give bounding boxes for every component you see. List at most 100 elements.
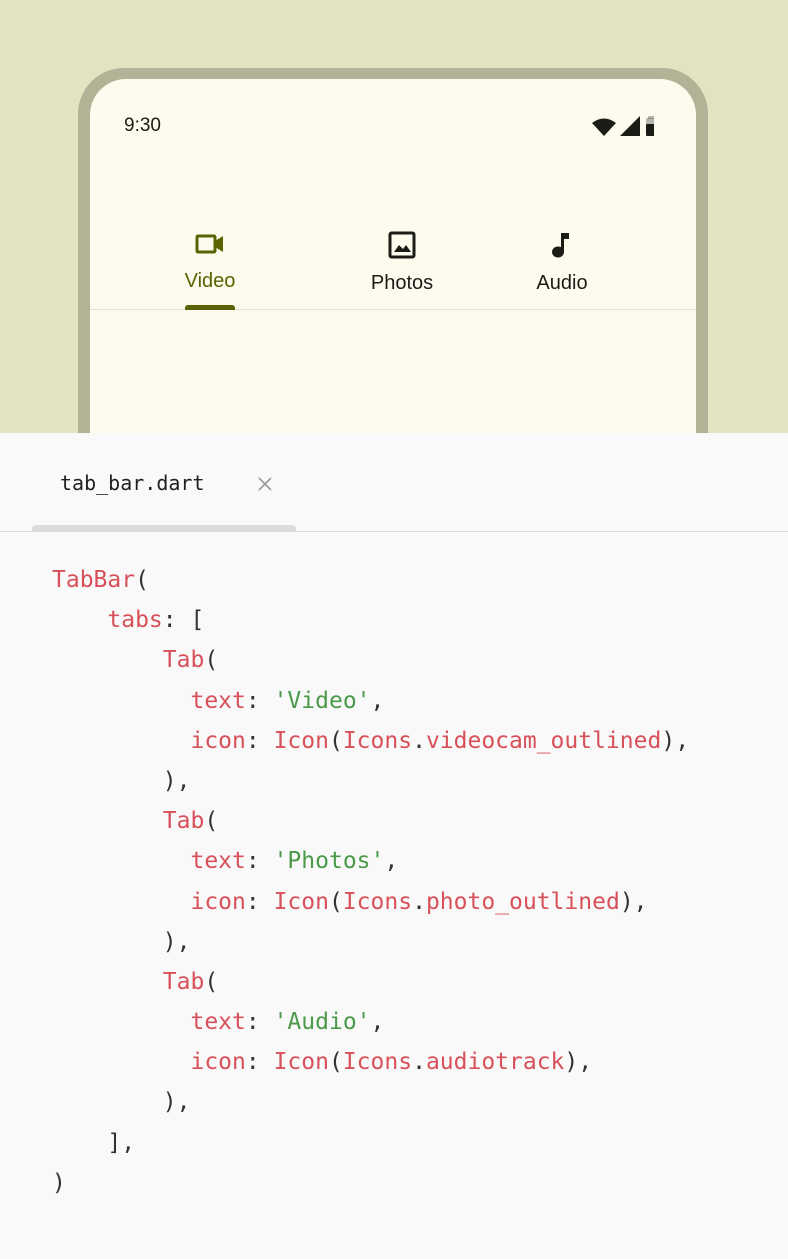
battery-icon: [646, 116, 656, 136]
code-line: ): [0, 1163, 788, 1203]
code-punctuation: [52, 808, 163, 834]
code-identifier: photo_outlined: [425, 888, 620, 915]
code-punctuation: [52, 607, 107, 633]
code-identifier: Icons: [342, 888, 413, 915]
code-punctuation: (: [135, 567, 149, 593]
code-identifier: videocam_outlined: [425, 727, 662, 754]
code-identifier: tabs: [107, 607, 163, 634]
code-line: Tab(: [0, 962, 788, 1002]
code-line: text: 'Video',: [0, 681, 788, 721]
code-line: tabs: [: [0, 600, 788, 640]
tab-bar-divider: [90, 309, 696, 310]
tab-label: Video: [184, 270, 236, 292]
cellular-signal-icon: [620, 116, 640, 136]
code-punctuation: [52, 969, 163, 995]
active-tab-indicator: [185, 305, 235, 310]
code-punctuation: :: [245, 1009, 274, 1036]
code-punctuation: ),: [564, 1049, 593, 1076]
code-punctuation: [52, 889, 190, 915]
code-identifier: Tab: [162, 647, 205, 674]
code-string: 'Photos': [273, 848, 385, 875]
code-punctuation: ),: [661, 727, 690, 754]
code-line: TabBar(: [0, 560, 788, 600]
tab-photos[interactable]: Photos: [342, 231, 462, 295]
code-punctuation: .: [412, 727, 426, 754]
code-punctuation: [52, 688, 190, 714]
code-block: TabBar( tabs: [ Tab( text: 'Video', icon…: [0, 560, 788, 1203]
videocam-outlined-icon: [150, 231, 270, 262]
code-identifier: Icons: [342, 1049, 413, 1076]
close-icon[interactable]: [258, 477, 272, 496]
active-file-tab-indicator: [32, 525, 296, 531]
code-identifier: text: [190, 1009, 246, 1036]
code-punctuation: .: [412, 1049, 426, 1076]
code-punctuation: (: [204, 647, 219, 674]
code-string: 'Audio': [273, 1009, 371, 1036]
code-punctuation: .: [412, 888, 426, 915]
code-punctuation: :: [245, 727, 274, 754]
code-string: 'Video': [273, 687, 371, 714]
code-line: icon: Icon(Icons.photo_outlined),: [0, 882, 788, 922]
code-identifier: Icon: [273, 727, 329, 754]
code-identifier: Tab: [162, 968, 205, 995]
code-line: ),: [0, 922, 788, 962]
code-punctuation: ),: [52, 928, 191, 955]
wifi-icon: [592, 118, 616, 136]
editor-tab-bar: tab_bar.dart: [0, 433, 788, 532]
code-punctuation: ): [52, 1169, 66, 1196]
audiotrack-icon: [502, 231, 622, 264]
tab-label: Audio: [536, 272, 588, 294]
code-punctuation: ,: [370, 687, 385, 714]
code-identifier: Icons: [342, 727, 413, 754]
code-punctuation: ,: [370, 1009, 385, 1036]
code-punctuation: ),: [52, 1089, 191, 1116]
code-line: Tab(: [0, 640, 788, 680]
code-punctuation: ),: [619, 888, 648, 915]
code-identifier: TabBar: [52, 567, 136, 593]
code-punctuation: [52, 647, 163, 673]
code-punctuation: (: [328, 1049, 343, 1076]
code-punctuation: [52, 1049, 190, 1075]
tab-video[interactable]: Video: [150, 231, 270, 293]
code-punctuation: (: [328, 888, 343, 915]
code-line: icon: Icon(Icons.audiotrack),: [0, 1042, 788, 1082]
code-punctuation: :: [245, 888, 274, 915]
code-identifier: Icon: [273, 1049, 329, 1076]
code-punctuation: :: [245, 687, 274, 714]
tab-label: Photos: [370, 272, 434, 294]
code-identifier: icon: [190, 1049, 246, 1076]
code-line: text: 'Photos',: [0, 841, 788, 881]
status-icons: [592, 116, 656, 145]
code-punctuation: [52, 728, 190, 754]
code-line: ),: [0, 1082, 788, 1122]
tab-audio[interactable]: Audio: [502, 231, 622, 295]
code-punctuation: : [: [162, 607, 205, 634]
file-tab-label[interactable]: tab_bar.dart: [60, 471, 205, 495]
code-identifier: icon: [190, 727, 246, 754]
app-preview-area: 9:30 Video Photos Audio: [0, 0, 788, 433]
code-punctuation: :: [245, 1049, 274, 1076]
code-line: text: 'Audio',: [0, 1002, 788, 1042]
code-punctuation: :: [245, 848, 274, 875]
code-line: ),: [0, 761, 788, 801]
phone-screen: 9:30 Video Photos Audio: [90, 79, 696, 433]
code-line: Tab(: [0, 801, 788, 841]
code-line: icon: Icon(Icons.videocam_outlined),: [0, 721, 788, 761]
status-time: 9:30: [124, 115, 161, 136]
code-identifier: text: [190, 687, 246, 714]
code-identifier: Tab: [162, 808, 205, 835]
code-punctuation: [52, 1009, 190, 1035]
code-line: ],: [0, 1123, 788, 1163]
code-punctuation: [52, 848, 190, 874]
code-punctuation: ),: [52, 767, 191, 794]
photo-outlined-icon: [342, 231, 462, 264]
code-punctuation: ],: [52, 1129, 136, 1156]
code-identifier: icon: [190, 888, 246, 915]
code-punctuation: (: [328, 727, 343, 754]
code-punctuation: (: [204, 808, 219, 835]
code-identifier: audiotrack: [425, 1049, 565, 1076]
code-identifier: Icon: [273, 888, 329, 915]
code-punctuation: ,: [384, 848, 399, 875]
code-identifier: text: [190, 848, 246, 875]
code-punctuation: (: [204, 968, 219, 995]
